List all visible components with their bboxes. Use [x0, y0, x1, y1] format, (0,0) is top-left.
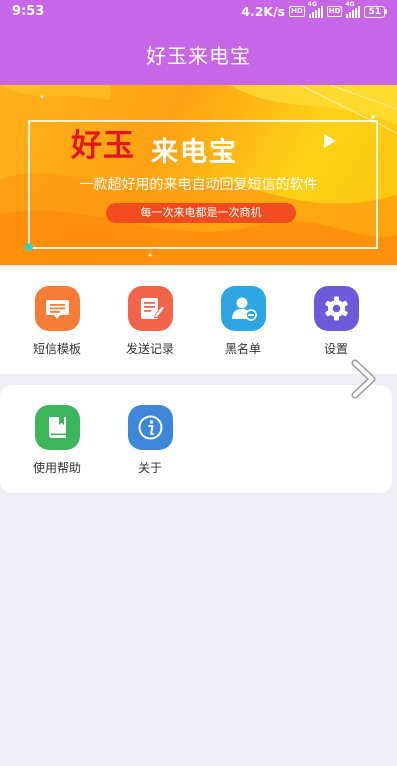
sms-template-icon [34, 286, 80, 331]
secondary-menu-card: 使用帮助 关于 [0, 385, 392, 493]
banner-title-product: 来电宝 [151, 137, 238, 168]
menu-item-label: 黑名单 [224, 342, 261, 356]
screen: 9:53 4.2K/s HD 4G HD 4G 51 好玉来电宝 好玉 来电宝 … [0, 0, 397, 766]
battery-icon: 51 [364, 5, 387, 18]
menu-item-label: 关于 [137, 461, 162, 475]
gear-icon [313, 286, 359, 331]
menu-item-label: 设置 [323, 342, 348, 356]
info-icon [127, 405, 173, 450]
status-time: 9:53 [12, 4, 45, 19]
page-title: 好玉来电宝 [146, 44, 251, 68]
menu-item-settings[interactable]: 设置 [296, 286, 376, 357]
menu-item-send-record[interactable]: 发送记录 [110, 286, 190, 357]
menu-item-label: 短信模板 [32, 342, 81, 356]
signal-icon-2: 4G [345, 1, 361, 18]
hd-badge-2: HD [326, 6, 343, 17]
triangle-decoration-icon [324, 134, 336, 148]
blacklist-icon [220, 286, 266, 331]
primary-menu-card: 短信模板 发送记录 黑名单 设置 [0, 267, 397, 374]
banner-subtitle: 一款超好用的来电自动回复短信的软件 [79, 177, 318, 193]
status-bar: 9:53 4.2K/s HD 4G HD 4G 51 [0, 0, 397, 24]
banner-slogan: 每一次来电都是一次商机 [106, 203, 296, 223]
help-book-icon [34, 405, 80, 450]
network-speed: 4.2K/s [241, 4, 286, 19]
signal-icon: 4G [308, 1, 323, 18]
banner-title-brand: 好玉 [71, 128, 135, 164]
app-header: 9:53 4.2K/s HD 4G HD 4G 51 好玉来电宝 [0, 0, 397, 85]
menu-item-label: 使用帮助 [32, 461, 81, 475]
menu-item-blacklist[interactable]: 黑名单 [203, 286, 283, 357]
menu-item-about[interactable]: 关于 [110, 405, 190, 476]
status-indicators: 4.2K/s HD 4G HD 4G 51 [241, 1, 387, 19]
banner-dot-decoration [25, 243, 33, 251]
send-record-icon [127, 286, 173, 331]
menu-item-label: 发送记录 [125, 342, 174, 356]
hd-badge: HD [289, 6, 305, 17]
menu-item-sms-template[interactable]: 短信模板 [17, 286, 97, 357]
menu-item-help[interactable]: 使用帮助 [17, 405, 97, 476]
chevron-right-icon[interactable] [346, 357, 382, 401]
